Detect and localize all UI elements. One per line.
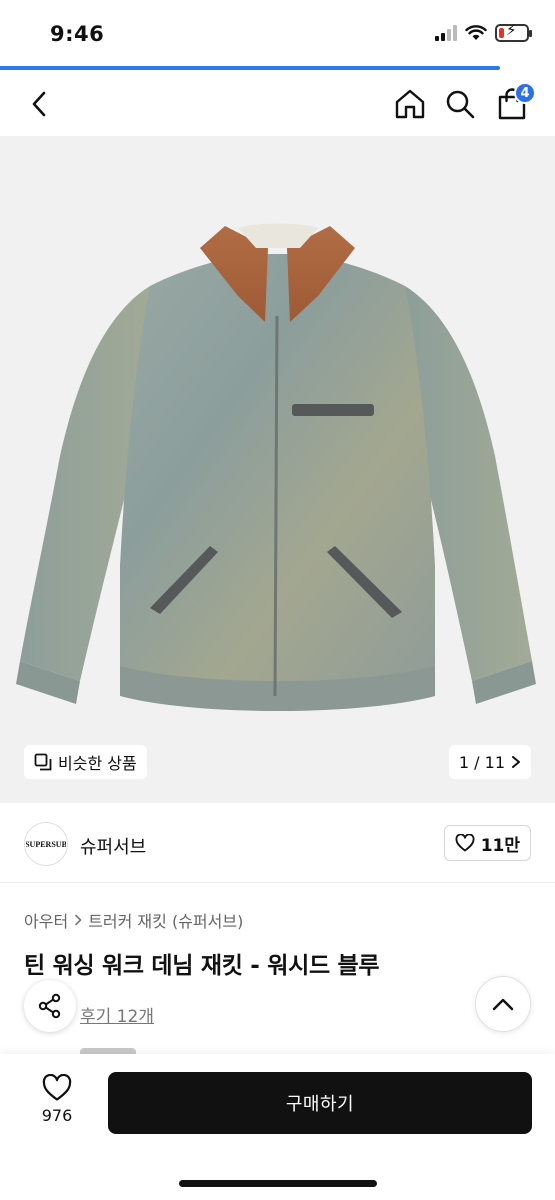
wishlist-count: 976 [41, 1106, 73, 1125]
cart-count-badge: 4 [514, 82, 536, 104]
status-bar: 9:46 ⚡ [0, 0, 555, 64]
image-counter: 1 / 11 [458, 752, 505, 772]
buy-button[interactable]: 구매하기 [108, 1072, 532, 1134]
product-image-gallery[interactable]: 비슷한 상품 1 / 11 [0, 136, 555, 803]
chevron-up-icon [492, 998, 514, 1011]
status-icons: ⚡ [435, 23, 532, 42]
review-link[interactable]: 후기 12개 [80, 1002, 154, 1027]
brand-logo[interactable]: SUPERSUB [24, 822, 68, 866]
wifi-icon [465, 25, 487, 40]
home-icon [395, 89, 425, 119]
status-time: 9:46 [50, 22, 105, 46]
cellular-signal-icon [435, 25, 457, 41]
page-progress-fill [0, 66, 500, 70]
similar-products-button[interactable]: 비슷한 상품 [24, 745, 147, 779]
home-button[interactable] [390, 84, 430, 124]
share-button[interactable] [24, 980, 76, 1032]
brand-logo-text: SUPERSUB [26, 840, 66, 849]
image-counter-button[interactable]: 1 / 11 [448, 745, 531, 779]
breadcrumb-item-subcategory[interactable]: 트러커 재킷 (슈퍼서브) [88, 908, 243, 932]
product-title: 틴 워싱 워크 데님 재킷 - 워시드 블루 [24, 953, 380, 979]
heart-icon [455, 834, 475, 852]
cart-button[interactable]: 4 [492, 82, 536, 124]
breadcrumb-item-category[interactable]: 아우터 [24, 908, 68, 932]
product-image [16, 223, 536, 711]
search-icon [446, 90, 475, 119]
brand-like-count: 11만 [480, 835, 520, 856]
back-button[interactable] [20, 84, 60, 124]
chevron-right-icon [75, 914, 82, 926]
breadcrumb: 아우터 트러커 재킷 (슈퍼서브) [24, 908, 243, 932]
brand-like-button[interactable]: 11만 [443, 825, 531, 861]
wishlist-button[interactable]: 976 [28, 1074, 86, 1136]
chevron-left-icon [32, 91, 46, 117]
battery-charging-icon: ⚡ [495, 23, 532, 42]
search-button[interactable] [440, 84, 480, 124]
similar-products-label: 비슷한 상품 [58, 754, 137, 773]
brand-name[interactable]: 슈퍼서브 [80, 833, 146, 859]
home-indicator [179, 1180, 377, 1187]
share-icon [38, 993, 61, 1019]
top-nav: 4 [0, 72, 555, 136]
chevron-right-icon [512, 756, 520, 768]
similar-products-icon [34, 753, 52, 771]
heart-icon [42, 1074, 72, 1101]
scroll-to-top-button[interactable] [475, 976, 531, 1032]
brand-row: SUPERSUB 슈퍼서브 11만 [0, 803, 555, 883]
bottom-action-bar: 976 구매하기 [0, 1054, 555, 1200]
page-progress-bar [0, 66, 555, 70]
